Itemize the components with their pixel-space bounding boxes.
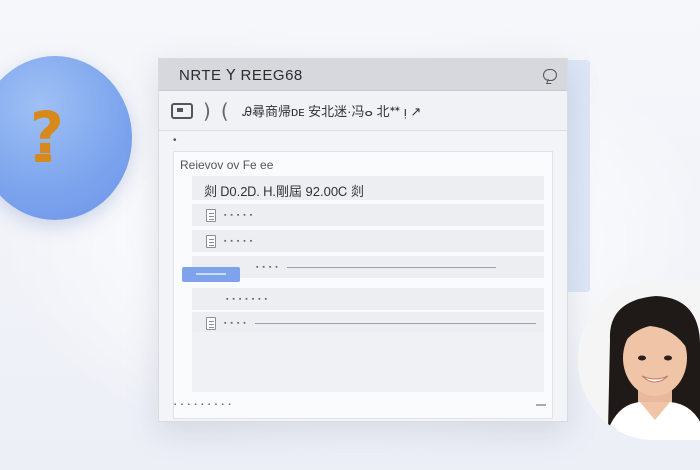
window-icon[interactable]: [171, 102, 193, 119]
list-item[interactable]: ▪ ▪ ▪ ▪ ▪ ▪ ▪: [192, 288, 544, 310]
list-item-text: ▪ ▪ ▪ ▪ ▪: [224, 211, 254, 219]
list-item[interactable]: ▪ ▪ ▪ ▪: [192, 312, 544, 334]
list-item-text: ▪ ▪ ▪ ▪: [256, 263, 279, 271]
toolbar: ) ( Ꭿ尋商帰ᴅᴇ 安北迷·冯ⴰ 北ᕯ ᴉ ↗: [159, 91, 567, 131]
list-item[interactable]: ▪ ▪ ▪ ▪ ▪: [192, 230, 544, 252]
footer-text: ▪ ▪ ▪ ▪ ▪ ▪ ▪ ▪ ▪: [174, 402, 232, 408]
panel-title: Reievov ov Fe ee: [180, 158, 274, 172]
separator: •: [173, 135, 177, 146]
toolbar-text: Ꭿ尋商帰ᴅᴇ 安北迷·冯ⴰ 北ᕯ ᴉ ↗: [242, 104, 422, 119]
list-item-text: ▪ ▪ ▪ ▪: [224, 319, 247, 327]
progress-line: [286, 266, 496, 268]
review-panel: Reievov ov Fe ee 剡 Ꭰ0.2Ꭰ. Ꮋ.剛屆 92.00Ꮯ 剡 …: [173, 151, 553, 419]
progress-line: [254, 322, 536, 324]
list-item[interactable]: ▪ ▪ ▪ ▪: [192, 256, 544, 278]
document-icon: [206, 234, 216, 248]
list-item-text: ▪ ▪ ▪ ▪ ▪: [224, 237, 254, 245]
chat-bubble-icon[interactable]: [543, 68, 557, 81]
question-mark-icon: ?: [30, 99, 64, 167]
back-icon[interactable]: ): [203, 101, 211, 121]
app-window: NRTE ꓬ REEG68 ) ( Ꭿ尋商帰ᴅᴇ 安北迷·冯ⴰ 北ᕯ ᴉ ↗ •…: [158, 58, 568, 422]
document-icon: [206, 316, 216, 330]
list-item-text: ▪ ▪ ▪ ▪ ▪ ▪ ▪: [226, 295, 269, 303]
content-area: [192, 332, 544, 392]
action-button[interactable]: [182, 267, 240, 282]
summary-line: 剡 Ꭰ0.2Ꭰ. Ꮋ.剛屆 92.00Ꮯ 剡: [192, 176, 544, 200]
title-bar: NRTE ꓬ REEG68: [159, 59, 567, 91]
footer-indicator: [536, 404, 546, 406]
list-item[interactable]: ▪ ▪ ▪ ▪ ▪: [192, 204, 544, 226]
document-icon: [206, 208, 216, 222]
forward-icon[interactable]: (: [221, 101, 229, 121]
window-title: NRTE ꓬ REEG68: [179, 66, 303, 84]
